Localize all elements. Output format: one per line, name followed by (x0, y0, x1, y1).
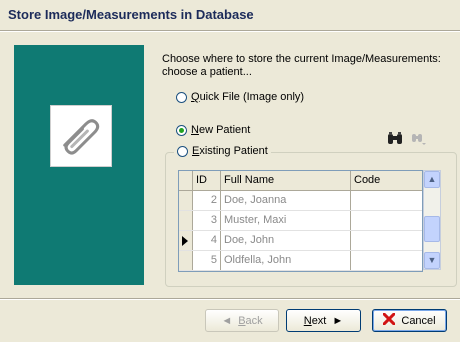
row-id: 2 (193, 191, 221, 210)
radio-quick-file-circle[interactable] (176, 91, 187, 103)
grid-header-id[interactable]: ID (193, 171, 221, 190)
instructions-line-2: choose a patient... (162, 66, 252, 78)
instructions-line-1: Choose where to store the current Image/… (162, 53, 441, 65)
paperclip-icon (50, 105, 112, 167)
decorative-panel (14, 45, 144, 285)
radio-quick-file[interactable]: Quick File (Image only) (176, 91, 304, 103)
footer-divider-highlight (0, 299, 460, 300)
binoculars-icon[interactable] (387, 132, 403, 149)
scroll-thumb[interactable] (424, 216, 440, 242)
row-fullname: Oldfella, John (221, 251, 351, 270)
table-row[interactable]: 5 Oldfella, John (179, 251, 422, 271)
row-code (351, 211, 421, 230)
row-id: 5 (193, 251, 221, 270)
radio-new-patient-label[interactable]: New Patient (191, 124, 250, 136)
arrow-left-icon: ◄ (221, 314, 233, 327)
cancel-button[interactable]: Cancel (372, 309, 447, 332)
grid-header-code[interactable]: Code (351, 171, 421, 190)
arrow-right-icon: ► (332, 314, 344, 327)
patient-grid[interactable]: ID Full Name Code 2 Doe, Joanna 3 Muster… (178, 170, 423, 272)
row-selector[interactable] (179, 251, 193, 270)
row-code (351, 251, 421, 270)
radio-new-patient[interactable]: New Patient (176, 124, 250, 136)
back-button-label: Back (238, 314, 263, 327)
grid-scrollbar[interactable]: ▲ ▼ (423, 170, 441, 270)
row-selector[interactable] (179, 191, 193, 210)
title-divider-highlight (0, 31, 460, 32)
row-fullname: Muster, Maxi (221, 211, 351, 230)
back-button[interactable]: ◄ Back (205, 309, 279, 332)
table-row[interactable]: 3 Muster, Maxi (179, 211, 422, 231)
radio-new-patient-circle[interactable] (176, 124, 187, 136)
scroll-down-button[interactable]: ▼ (424, 252, 440, 269)
grid-header-row: ID Full Name Code (179, 171, 422, 191)
cancel-button-label: Cancel (401, 314, 436, 327)
row-code (351, 231, 421, 250)
radio-existing-patient-label[interactable]: Existing Patient (192, 145, 268, 157)
radio-quick-file-label[interactable]: Quick File (Image only) (191, 91, 304, 103)
dialog-titlebar: Store Image/Measurements in Database (0, 0, 460, 30)
binoculars-next-icon[interactable] (411, 132, 427, 149)
row-selector[interactable] (179, 211, 193, 230)
radio-existing-patient[interactable]: Existing Patient (174, 145, 271, 157)
instructions-text: Choose where to store the current Image/… (162, 53, 457, 79)
next-button-label: Next (303, 314, 327, 327)
grid-header-selector (179, 171, 193, 190)
row-id: 3 (193, 211, 221, 230)
radio-existing-patient-circle[interactable] (177, 145, 188, 157)
red-x-icon (382, 312, 396, 328)
search-toolbar (387, 132, 427, 149)
table-row[interactable]: 4 Doe, John (179, 231, 422, 251)
row-fullname: Doe, John (221, 231, 351, 250)
grid-header-fullname[interactable]: Full Name (221, 171, 351, 190)
scroll-up-button[interactable]: ▲ (424, 171, 440, 188)
table-row[interactable]: 2 Doe, Joanna (179, 191, 422, 211)
row-fullname: Doe, Joanna (221, 191, 351, 210)
chevron-up-icon: ▲ (427, 174, 437, 184)
row-selector[interactable] (179, 231, 193, 250)
row-id: 4 (193, 231, 221, 250)
current-row-pointer-icon (182, 236, 188, 246)
chevron-down-icon: ▼ (427, 255, 437, 265)
row-code (351, 191, 421, 210)
dialog-title: Store Image/Measurements in Database (8, 7, 254, 22)
next-button[interactable]: Next ► (286, 309, 361, 332)
